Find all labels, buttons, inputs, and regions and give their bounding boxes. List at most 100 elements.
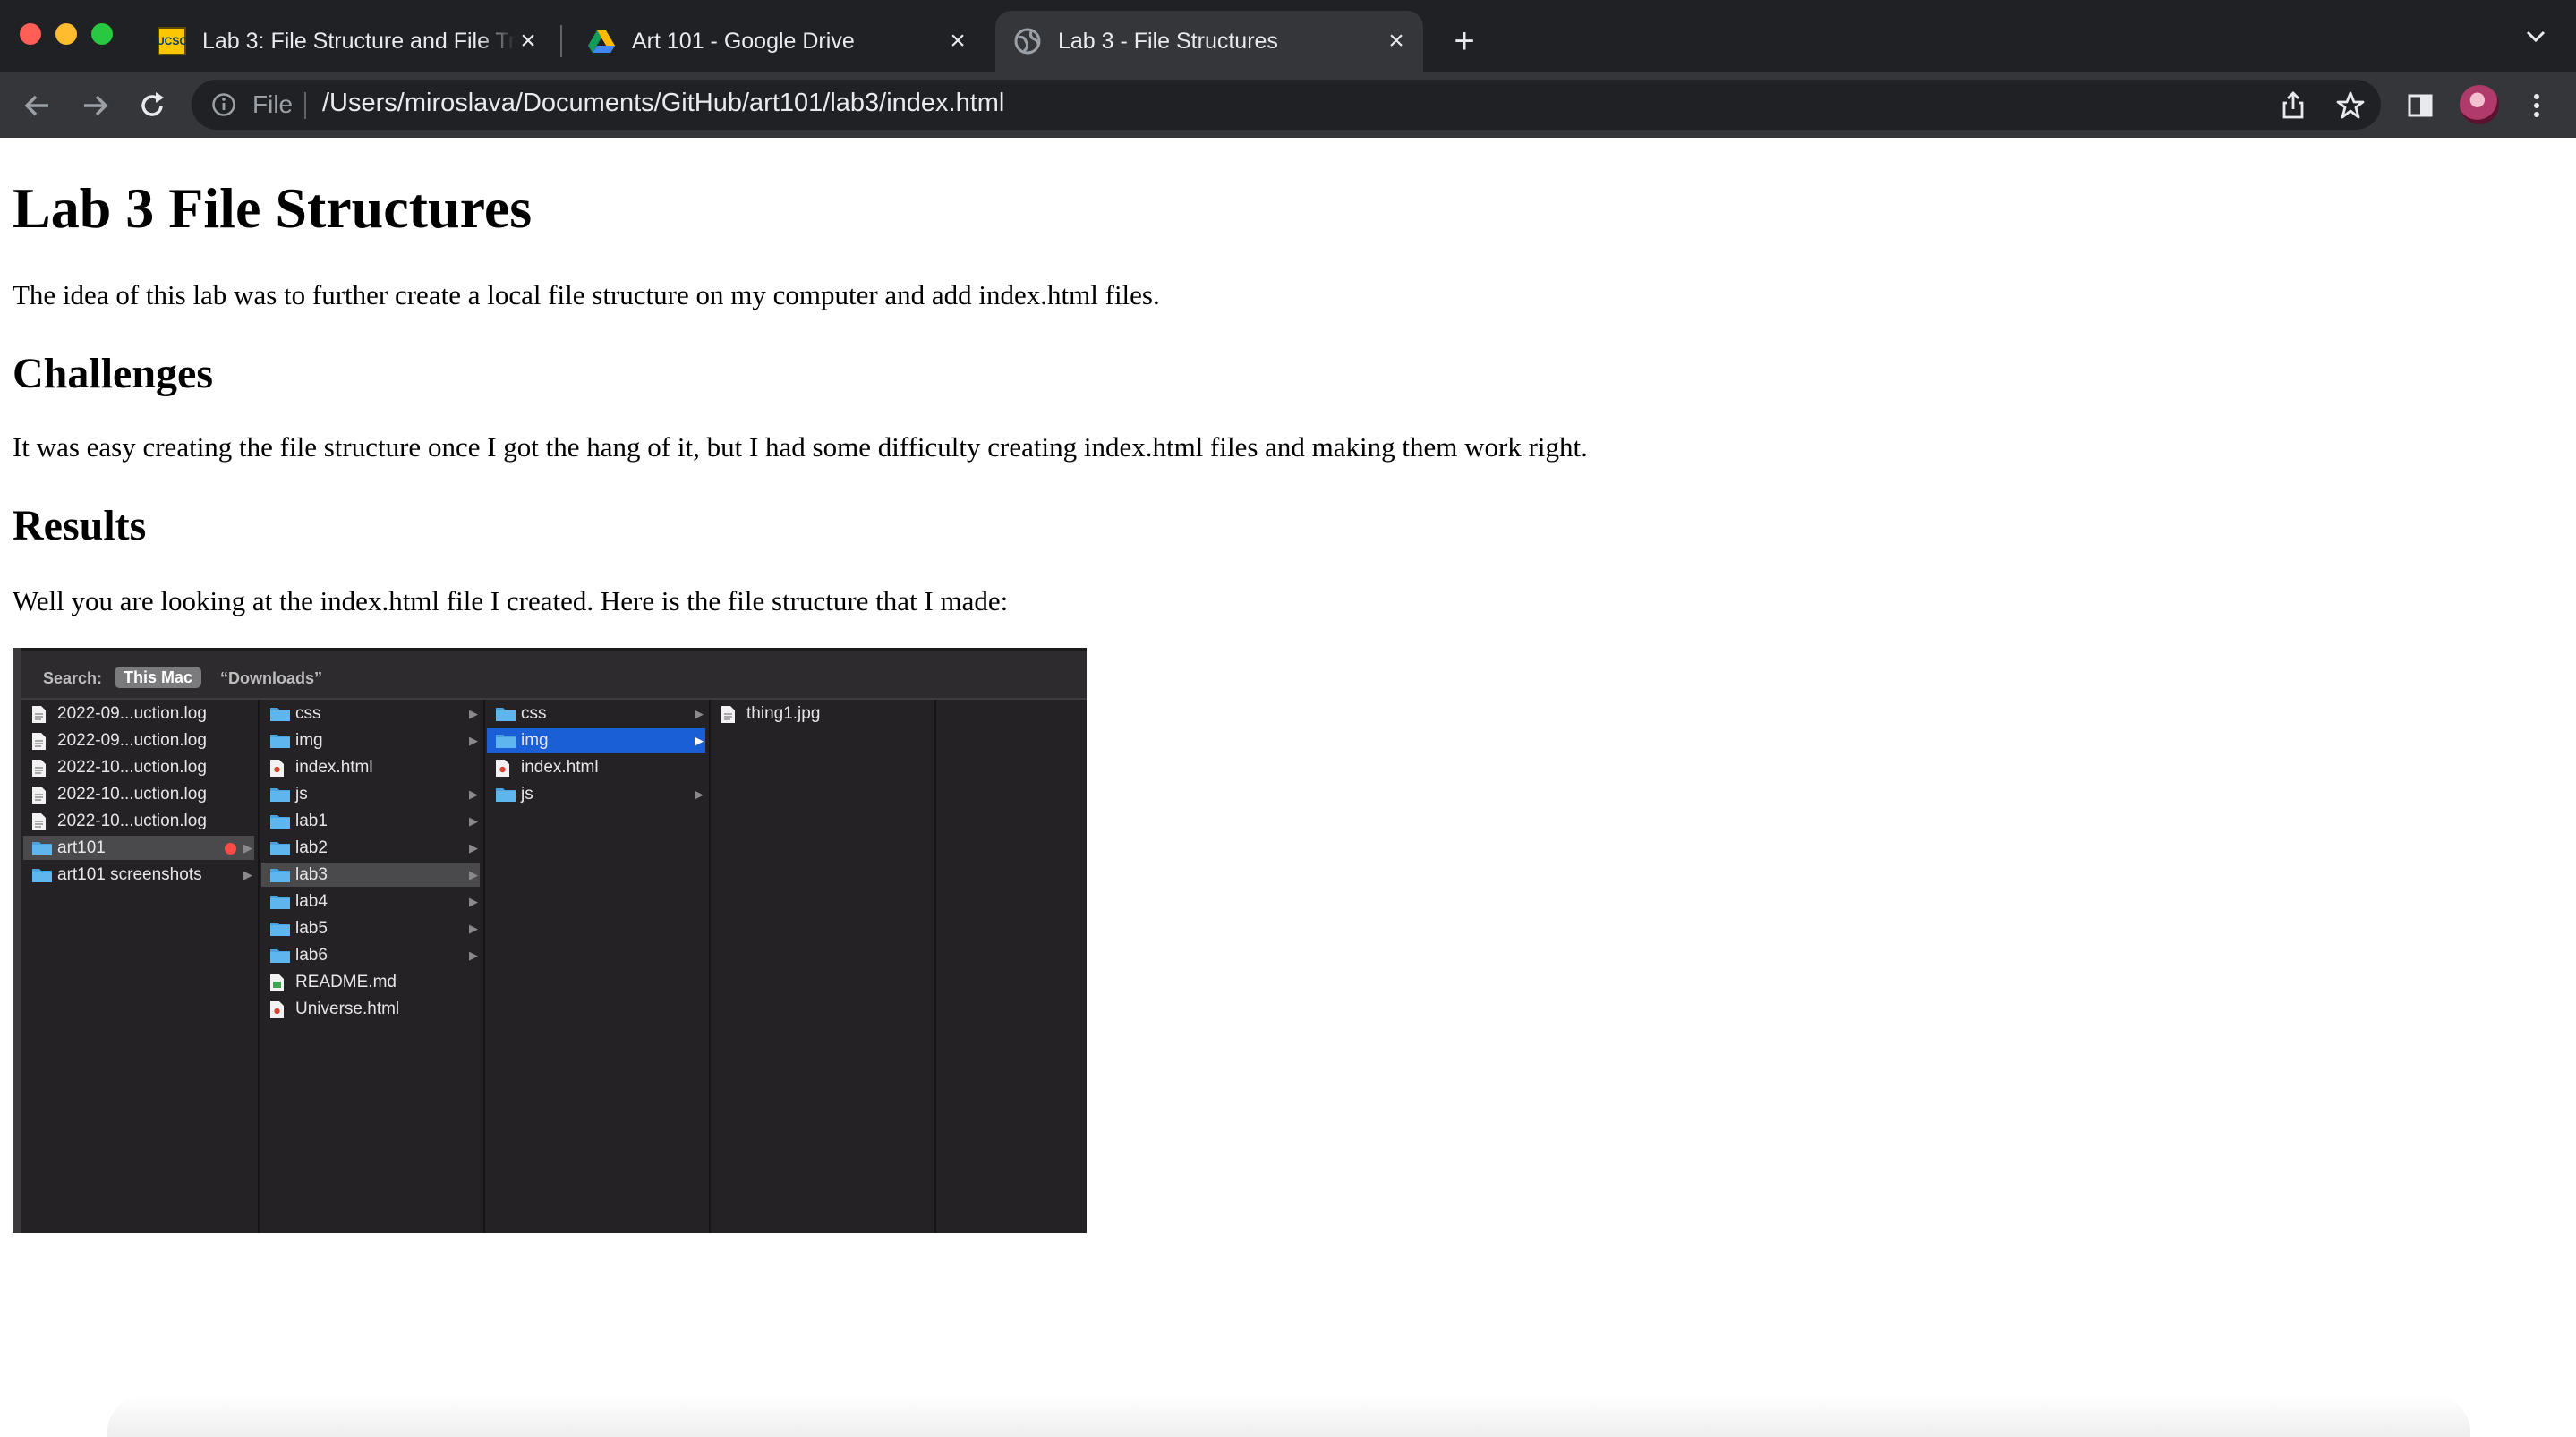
tab-lab3-file-structure[interactable]: UCSC Lab 3: File Structure and File Tr × xyxy=(140,11,555,72)
tab-bar: UCSC Lab 3: File Structure and File Tr ×… xyxy=(0,0,2576,72)
browser-toolbar: File /Users/miroslava/Documents/GitHub/a… xyxy=(0,72,2576,138)
finder-folder-row[interactable]: lab3 ▶ xyxy=(261,863,480,887)
finder-item-name: art101 screenshots xyxy=(57,865,202,884)
disclosure-arrow-icon: ▶ xyxy=(469,868,478,881)
folder-icon xyxy=(496,735,516,748)
info-icon[interactable] xyxy=(211,92,236,117)
finder-search-bar: Search: This Mac “Downloads” xyxy=(21,648,1087,700)
disclosure-arrow-icon: ▶ xyxy=(469,922,478,935)
tab-google-drive[interactable]: Art 101 - Google Drive × xyxy=(569,11,985,72)
finder-file-row[interactable]: README.md xyxy=(261,970,480,994)
finder-folder-row[interactable]: css ▶ xyxy=(487,701,705,726)
intro-paragraph: The idea of this lab was to further crea… xyxy=(13,279,1160,310)
back-arrow-icon[interactable] xyxy=(20,88,55,123)
disclosure-arrow-icon: ▶ xyxy=(243,868,252,881)
folder-icon xyxy=(270,923,290,936)
folder-icon xyxy=(496,788,516,802)
red-tag-dot xyxy=(225,843,236,855)
finder-folder-row[interactable]: lab2 ▶ xyxy=(261,836,480,860)
challenges-heading: Challenges xyxy=(13,350,214,397)
new-tab-button[interactable]: + xyxy=(1445,21,1484,61)
tab-title: Lab 3 - File Structures xyxy=(1058,28,1278,54)
close-tab-icon[interactable]: × xyxy=(945,28,970,55)
disclosure-arrow-icon: ▶ xyxy=(695,707,704,720)
finder-item-name: index.html xyxy=(521,758,599,777)
finder-file-row[interactable]: thing1.jpg xyxy=(712,701,931,726)
folder-icon xyxy=(270,869,290,882)
disclosure-arrow-icon: ▶ xyxy=(469,814,478,828)
document-icon xyxy=(32,787,46,804)
tab-title: Lab 3: File Structure and File Tr xyxy=(202,28,516,54)
folder-icon xyxy=(496,708,516,721)
folder-icon xyxy=(32,842,52,855)
profile-avatar[interactable] xyxy=(2460,85,2499,124)
reload-icon[interactable] xyxy=(134,88,170,123)
finder-screenshot-image: Search: This Mac “Downloads” 2022-09...u… xyxy=(13,648,1087,1233)
finder-file-row[interactable]: 2022-10...uction.log xyxy=(23,782,254,806)
finder-folder-row[interactable]: art101 screenshots ▶ xyxy=(23,863,254,887)
finder-item-name: index.html xyxy=(295,758,373,777)
forward-arrow-icon[interactable] xyxy=(77,88,113,123)
document-icon xyxy=(32,706,46,723)
finder-item-name: css xyxy=(521,704,547,723)
minimize-window-button[interactable] xyxy=(55,23,77,45)
finder-folder-row[interactable]: lab6 ▶ xyxy=(261,943,480,967)
disclosure-arrow-icon: ▶ xyxy=(469,895,478,908)
url-divider xyxy=(304,92,306,119)
finder-folder-row[interactable]: js ▶ xyxy=(261,782,480,806)
finder-file-row[interactable]: 2022-09...uction.log xyxy=(23,728,254,753)
ucsc-logo-icon: UCSC xyxy=(157,27,187,55)
finder-folder-row[interactable]: lab4 ▶ xyxy=(261,889,480,914)
close-tab-icon[interactable]: × xyxy=(1384,28,1409,55)
finder-folder-row[interactable]: css ▶ xyxy=(261,701,480,726)
finder-item-name: lab4 xyxy=(295,892,328,911)
folder-icon xyxy=(270,735,290,748)
finder-file-row[interactable]: 2022-10...uction.log xyxy=(23,755,254,779)
zoom-window-button[interactable] xyxy=(91,23,113,45)
finder-folder-row[interactable]: lab5 ▶ xyxy=(261,916,480,940)
close-window-button[interactable] xyxy=(20,23,41,45)
finder-item-name: css xyxy=(295,704,321,723)
finder-item-name: thing1.jpg xyxy=(746,704,821,723)
document-icon xyxy=(721,706,735,723)
finder-item-name: 2022-09...uction.log xyxy=(57,731,207,750)
finder-column: css ▶ img ▶ index.html js ▶ xyxy=(485,700,711,1233)
bookmark-star-icon[interactable] xyxy=(2333,88,2368,123)
finder-file-row[interactable]: 2022-10...uction.log xyxy=(23,809,254,833)
finder-folder-row[interactable]: img ▶ xyxy=(261,728,480,753)
address-bar[interactable]: File /Users/miroslava/Documents/GitHub/a… xyxy=(192,80,2381,130)
folder-icon xyxy=(270,949,290,963)
finder-file-row[interactable]: 2022-09...uction.log xyxy=(23,701,254,726)
close-tab-icon[interactable]: × xyxy=(516,28,541,55)
finder-item-name: 2022-10...uction.log xyxy=(57,758,207,777)
markdown-file-icon xyxy=(270,974,284,991)
finder-item-name: img xyxy=(295,731,323,750)
share-icon[interactable] xyxy=(2275,88,2311,123)
finder-item-name: lab5 xyxy=(295,919,328,938)
challenges-paragraph: It was easy creating the file structure … xyxy=(13,431,1588,463)
finder-item-name: 2022-10...uction.log xyxy=(57,785,207,804)
finder-item-name: 2022-10...uction.log xyxy=(57,812,207,830)
disclosure-arrow-icon: ▶ xyxy=(695,734,704,747)
finder-file-row[interactable]: index.html xyxy=(487,755,705,779)
disclosure-arrow-icon: ▶ xyxy=(469,948,478,962)
finder-file-row[interactable]: Universe.html xyxy=(261,997,480,1021)
finder-item-name: lab3 xyxy=(295,865,328,884)
tab-lab3-file-structures-active[interactable]: Lab 3 - File Structures × xyxy=(995,11,1423,72)
results-paragraph: Well you are looking at the index.html f… xyxy=(13,585,1009,616)
url-text[interactable]: /Users/miroslava/Documents/GitHub/art101… xyxy=(322,89,1004,118)
finder-folder-row[interactable]: lab1 ▶ xyxy=(261,809,480,833)
tab-search-chevron-down-icon[interactable] xyxy=(2522,23,2549,50)
folder-icon xyxy=(270,708,290,721)
finder-file-row[interactable]: index.html xyxy=(261,755,480,779)
finder-column: css ▶ img ▶ index.html js ▶ lab1 ▶ lab2 ▶ lab3 ▶ lab4… xyxy=(260,700,485,1233)
bottom-shadow xyxy=(107,1396,2470,1437)
finder-folder-row[interactable]: js ▶ xyxy=(487,782,705,806)
more-menu-icon[interactable] xyxy=(2519,88,2555,123)
finder-folder-row[interactable]: art101 ▶ xyxy=(23,836,254,860)
finder-folder-row[interactable]: img ▶ xyxy=(487,728,705,753)
search-label: Search: xyxy=(43,669,103,687)
html-file-icon xyxy=(270,760,284,777)
finder-item-name: art101 xyxy=(57,838,106,857)
side-panel-icon[interactable] xyxy=(2402,88,2438,123)
